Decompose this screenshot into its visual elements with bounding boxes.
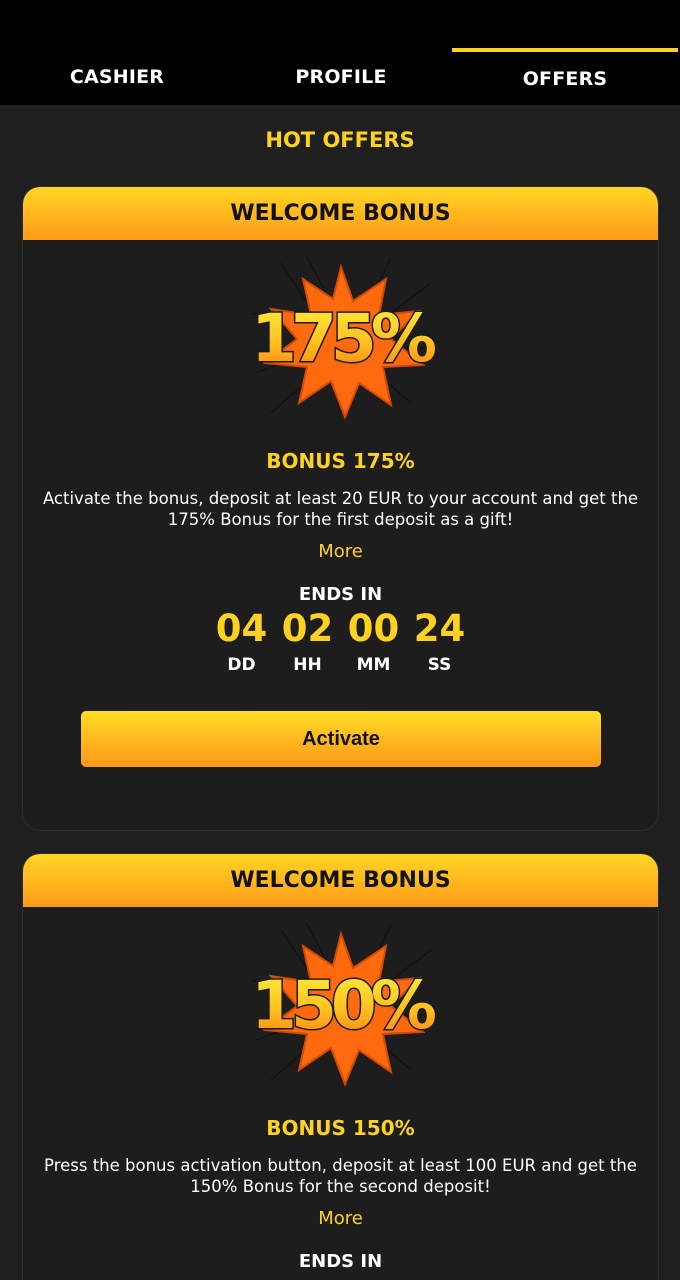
timer-days: 04 DD xyxy=(209,607,275,676)
offer-card-header: WELCOME BONUS xyxy=(23,187,658,240)
tab-cashier[interactable]: CASHIER xyxy=(4,48,230,105)
top-nav: CASHIER PROFILE OFFERS xyxy=(0,0,680,105)
timer-minutes: 00 MM xyxy=(341,607,407,676)
timer-hours: 02 HH xyxy=(275,607,341,676)
tab-offers[interactable]: OFFERS xyxy=(452,48,678,105)
more-link[interactable]: More xyxy=(23,541,658,562)
bonus-title: BONUS 150% xyxy=(266,1116,415,1140)
timer-minutes-value: 00 xyxy=(347,607,400,650)
timer-seconds-label: SS xyxy=(427,655,452,675)
section-title: HOT OFFERS xyxy=(265,128,415,152)
ends-in-label: ENDS IN xyxy=(298,1251,383,1272)
offer-card-header: WELCOME BONUS xyxy=(23,854,658,907)
timer-days-value: 04 xyxy=(215,607,268,650)
badge-text: 150% xyxy=(251,967,436,1044)
bonus-description: Press the bonus activation button, depos… xyxy=(44,1156,637,1196)
tab-profile[interactable]: PROFILE xyxy=(228,48,454,105)
countdown-timer: 04 DD 02 HH 00 MM 24 SS xyxy=(23,607,658,676)
bonus-title: BONUS 175% xyxy=(266,449,415,473)
timer-days-label: DD xyxy=(227,655,256,675)
timer-hours-value: 02 xyxy=(281,607,334,650)
badge-text: 175% xyxy=(251,300,436,377)
offer-card: WELCOME BONUS 175% BONUS 175% Activate t… xyxy=(22,186,659,831)
timer-hours-label: HH xyxy=(293,655,322,675)
timer-minutes-label: MM xyxy=(356,655,391,675)
timer-seconds: 24 SS xyxy=(407,607,473,676)
bonus-badge-icon: 150% xyxy=(250,921,441,1087)
activate-button[interactable]: Activate xyxy=(81,711,601,767)
timer-seconds-value: 24 xyxy=(413,607,466,650)
bonus-description: Activate the bonus, deposit at least 20 … xyxy=(42,489,639,529)
more-link[interactable]: More xyxy=(23,1208,658,1229)
ends-in-label: ENDS IN xyxy=(298,584,383,605)
bonus-badge-icon: 175% xyxy=(250,254,441,420)
offer-card: WELCOME BONUS 150% BONUS 150% Press the … xyxy=(22,853,659,1280)
